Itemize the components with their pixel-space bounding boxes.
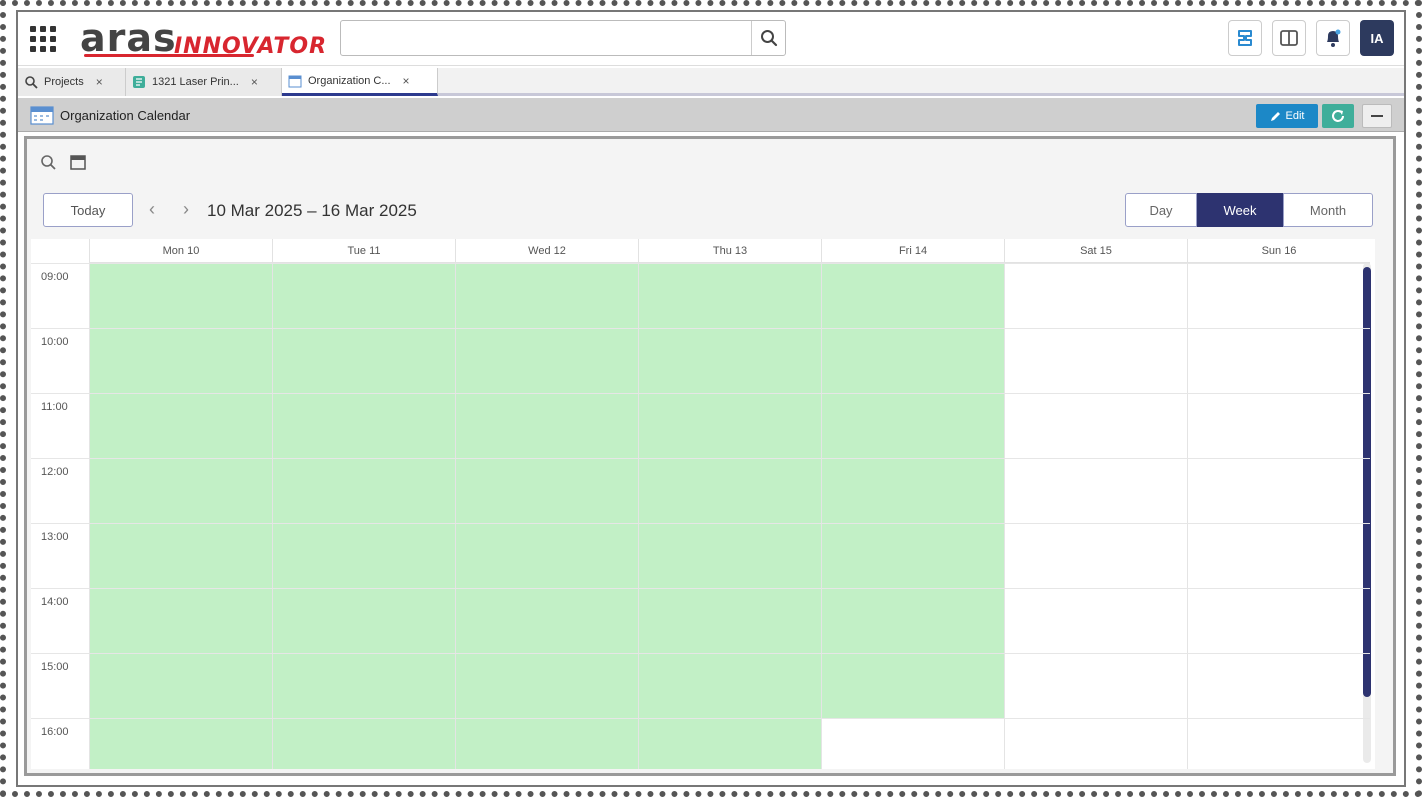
calendar-picker-button[interactable] bbox=[69, 153, 87, 171]
top-header: aras INNOVATOR IA bbox=[18, 12, 1404, 66]
day-view-button[interactable]: Day bbox=[1125, 193, 1197, 227]
date-range-label: 10 Mar 2025 – 16 Mar 2025 bbox=[207, 201, 417, 220]
time-label: 11:00 bbox=[41, 401, 68, 413]
workflow-button[interactable] bbox=[1228, 20, 1262, 56]
calendar-navigation: Today ‹ › 10 Mar 2025 – 16 Mar 2025 Day … bbox=[43, 189, 1373, 229]
day-column[interactable] bbox=[1187, 263, 1370, 769]
tab-projects[interactable]: Projects × bbox=[18, 68, 126, 96]
previous-week-button[interactable]: ‹ bbox=[149, 199, 155, 220]
day-header: Sun 16 bbox=[1187, 239, 1370, 263]
month-view-button[interactable]: Month bbox=[1283, 193, 1373, 227]
tab-label: Projects bbox=[44, 76, 84, 88]
edit-label: Edit bbox=[1285, 110, 1305, 122]
week-view-button[interactable]: Week bbox=[1197, 193, 1283, 227]
tab-label: 1321 Laser Prin... bbox=[152, 76, 239, 88]
view-switcher: Day Week Month bbox=[1125, 193, 1373, 227]
working-hours-block[interactable] bbox=[456, 263, 638, 769]
search-button[interactable] bbox=[751, 21, 785, 55]
header-actions: IA bbox=[1228, 20, 1394, 56]
app-window: aras INNOVATOR IA Projects × 1321 Laser … bbox=[16, 10, 1406, 787]
time-label: 10:00 bbox=[41, 336, 69, 348]
tab-label: Organization C... bbox=[308, 74, 391, 87]
calendar-toolbar bbox=[39, 153, 87, 171]
day-header: Sat 15 bbox=[1004, 239, 1187, 263]
search-tool-button[interactable] bbox=[39, 153, 57, 171]
day-header: Fri 14 bbox=[821, 239, 1004, 263]
day-header: Mon 10 bbox=[89, 239, 272, 263]
working-hours-block[interactable] bbox=[639, 263, 821, 769]
hour-gridline bbox=[31, 653, 1370, 654]
time-label: 09:00 bbox=[41, 271, 69, 283]
hour-gridline bbox=[31, 523, 1370, 524]
panel-toggle-button[interactable] bbox=[1272, 20, 1306, 56]
bell-icon bbox=[1327, 29, 1341, 47]
close-icon[interactable]: × bbox=[403, 74, 410, 88]
user-avatar[interactable]: IA bbox=[1360, 20, 1394, 56]
working-hours-block[interactable] bbox=[273, 263, 455, 769]
day-header: Wed 12 bbox=[455, 239, 638, 263]
time-label: 15:00 bbox=[41, 661, 69, 673]
refresh-icon bbox=[1332, 110, 1344, 122]
tab-project-item[interactable]: 1321 Laser Prin... × bbox=[126, 68, 282, 96]
hour-gridline bbox=[31, 393, 1370, 394]
close-icon[interactable]: × bbox=[251, 75, 258, 89]
hour-gridline bbox=[31, 458, 1370, 459]
working-hours-block[interactable] bbox=[822, 263, 1004, 718]
split-view-icon bbox=[1280, 30, 1298, 46]
search-icon bbox=[760, 30, 777, 47]
working-hours-block[interactable] bbox=[90, 263, 272, 769]
logo-swoosh bbox=[84, 54, 254, 57]
calendar-icon bbox=[70, 155, 86, 170]
close-icon[interactable]: × bbox=[96, 75, 103, 89]
app-menu-icon[interactable] bbox=[30, 26, 56, 52]
time-label: 14:00 bbox=[41, 596, 69, 608]
time-label: 16:00 bbox=[41, 726, 69, 738]
hour-gridline bbox=[31, 263, 1370, 264]
notifications-button[interactable] bbox=[1316, 20, 1350, 56]
calendar-panel: Today ‹ › 10 Mar 2025 – 16 Mar 2025 Day … bbox=[24, 136, 1396, 776]
day-header: Thu 13 bbox=[638, 239, 821, 263]
hour-gridline bbox=[31, 328, 1370, 329]
workflow-icon bbox=[1238, 30, 1252, 46]
week-calendar-grid: Mon 10 Tue 11 Wed 12 Thu 13 Fri 14 Sat 15 Sun … bbox=[31, 239, 1375, 769]
day-column[interactable] bbox=[1004, 263, 1187, 769]
minus-icon bbox=[1371, 115, 1383, 117]
project-icon bbox=[133, 76, 145, 88]
tab-organization-calendar[interactable]: Organization C... × bbox=[282, 68, 438, 96]
time-label: 13:00 bbox=[41, 531, 69, 543]
hour-gridline bbox=[31, 718, 1370, 719]
today-button[interactable]: Today bbox=[43, 193, 133, 227]
search-icon bbox=[41, 155, 56, 170]
day-header: Tue 11 bbox=[272, 239, 455, 263]
calendar-icon bbox=[30, 106, 54, 125]
item-titlebar: Organization Calendar Edit bbox=[18, 98, 1404, 132]
next-week-button[interactable]: › bbox=[183, 199, 189, 220]
search-icon bbox=[25, 76, 38, 89]
calendar-icon bbox=[288, 75, 302, 87]
edit-button[interactable]: Edit bbox=[1256, 104, 1318, 128]
tab-bar: Projects × 1321 Laser Prin... × Organiza… bbox=[18, 68, 1404, 96]
page-title: Organization Calendar bbox=[60, 108, 191, 123]
time-label: 12:00 bbox=[41, 466, 69, 478]
refresh-button[interactable] bbox=[1322, 104, 1354, 128]
hour-gridline bbox=[31, 588, 1370, 589]
minimize-button[interactable] bbox=[1362, 104, 1392, 128]
pencil-icon bbox=[1270, 112, 1280, 121]
search-input[interactable] bbox=[340, 20, 786, 56]
